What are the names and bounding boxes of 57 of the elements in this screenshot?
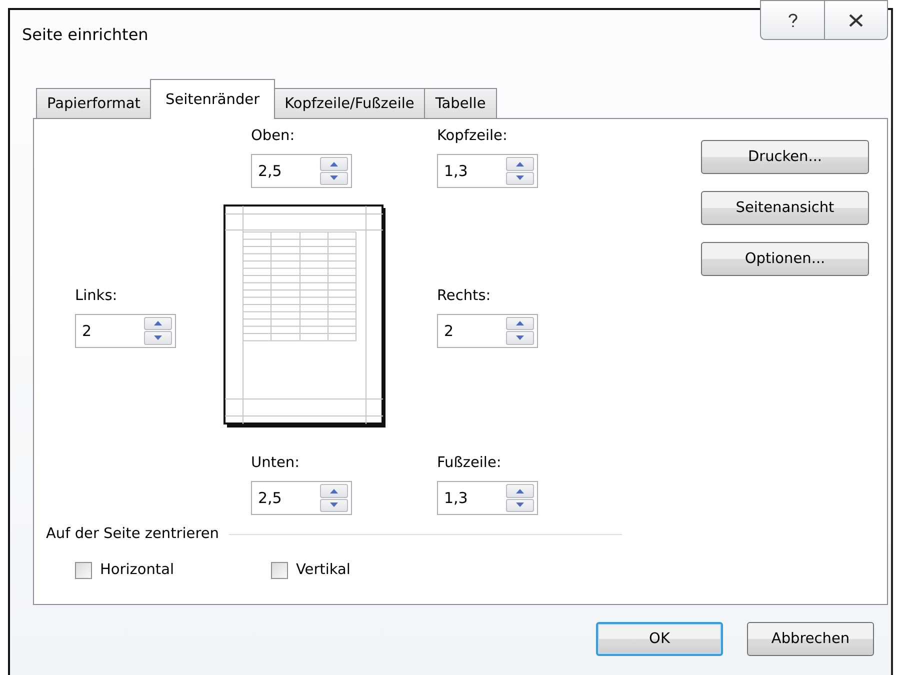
spin-up-button[interactable]: [320, 484, 348, 498]
spin-down-button[interactable]: [144, 331, 172, 344]
spin-down-button[interactable]: [506, 331, 534, 344]
dialog-button[interactable]: Drucken...: [701, 140, 869, 174]
up-triangle-icon: [153, 320, 163, 326]
tab[interactable]: Seitenränder: [150, 79, 275, 119]
field-label: Links:: [75, 286, 118, 306]
down-triangle-icon: [153, 334, 163, 341]
down-triangle-icon: [515, 502, 525, 508]
tab[interactable]: Tabelle: [424, 88, 497, 118]
field-label: Rechts:: [437, 286, 491, 306]
number-field[interactable]: 1,3: [444, 489, 506, 507]
up-triangle-icon: [515, 160, 525, 167]
close-icon: [847, 11, 865, 29]
spin-up-button[interactable]: [320, 157, 348, 170]
up-triangle-icon: [515, 320, 525, 326]
dialog-button[interactable]: Optionen...: [701, 242, 869, 276]
number-spinner[interactable]: 1,3: [437, 481, 538, 515]
cancel-button[interactable]: Abbrechen: [747, 622, 874, 656]
number-spinner[interactable]: 2,5: [251, 481, 352, 515]
up-triangle-icon: [329, 488, 339, 494]
dialog-button[interactable]: Seitenansicht: [701, 191, 869, 225]
field-label: Fußzeile:: [437, 454, 502, 473]
down-triangle-icon: [329, 502, 339, 508]
down-triangle-icon: [515, 175, 525, 182]
down-triangle-icon: [515, 334, 525, 341]
up-triangle-icon: [515, 488, 525, 494]
field-label: Oben:: [251, 127, 295, 146]
window-title: Seite einrichten: [22, 25, 148, 44]
number-field[interactable]: 2,5: [258, 489, 320, 507]
group-label: Auf der Seite zentrieren: [46, 526, 219, 542]
up-triangle-icon: [329, 160, 339, 167]
spin-down-button[interactable]: [320, 498, 348, 512]
number-field[interactable]: 2,5: [258, 162, 320, 180]
number-spinner[interactable]: 2,5: [251, 154, 352, 188]
number-field[interactable]: 2: [444, 322, 506, 340]
spin-up-button[interactable]: [144, 316, 172, 330]
spin-up-button[interactable]: [506, 157, 534, 170]
spin-up-button[interactable]: [506, 484, 534, 498]
spin-down-button[interactable]: [506, 172, 534, 185]
number-spinner[interactable]: 2: [75, 314, 176, 348]
ok-button[interactable]: OK: [596, 622, 723, 656]
checkbox[interactable]: Vertikal: [271, 562, 350, 578]
tab[interactable]: Papierformat: [36, 88, 152, 118]
field-label: Kopfzeile:: [437, 127, 508, 146]
field-label: Unten:: [251, 454, 300, 473]
number-field[interactable]: 1,3: [444, 162, 506, 180]
number-spinner[interactable]: 2: [437, 314, 538, 348]
number-spinner[interactable]: 1,3: [437, 154, 538, 188]
down-triangle-icon: [329, 175, 339, 182]
close-button[interactable]: [824, 0, 888, 40]
checkbox[interactable]: Horizontal: [75, 562, 174, 578]
number-field[interactable]: 2: [82, 322, 144, 340]
spin-down-button[interactable]: [320, 172, 348, 185]
spin-down-button[interactable]: [506, 498, 534, 512]
tab[interactable]: Kopfzeile/Fußzeile: [274, 88, 426, 118]
spin-up-button[interactable]: [506, 316, 534, 330]
